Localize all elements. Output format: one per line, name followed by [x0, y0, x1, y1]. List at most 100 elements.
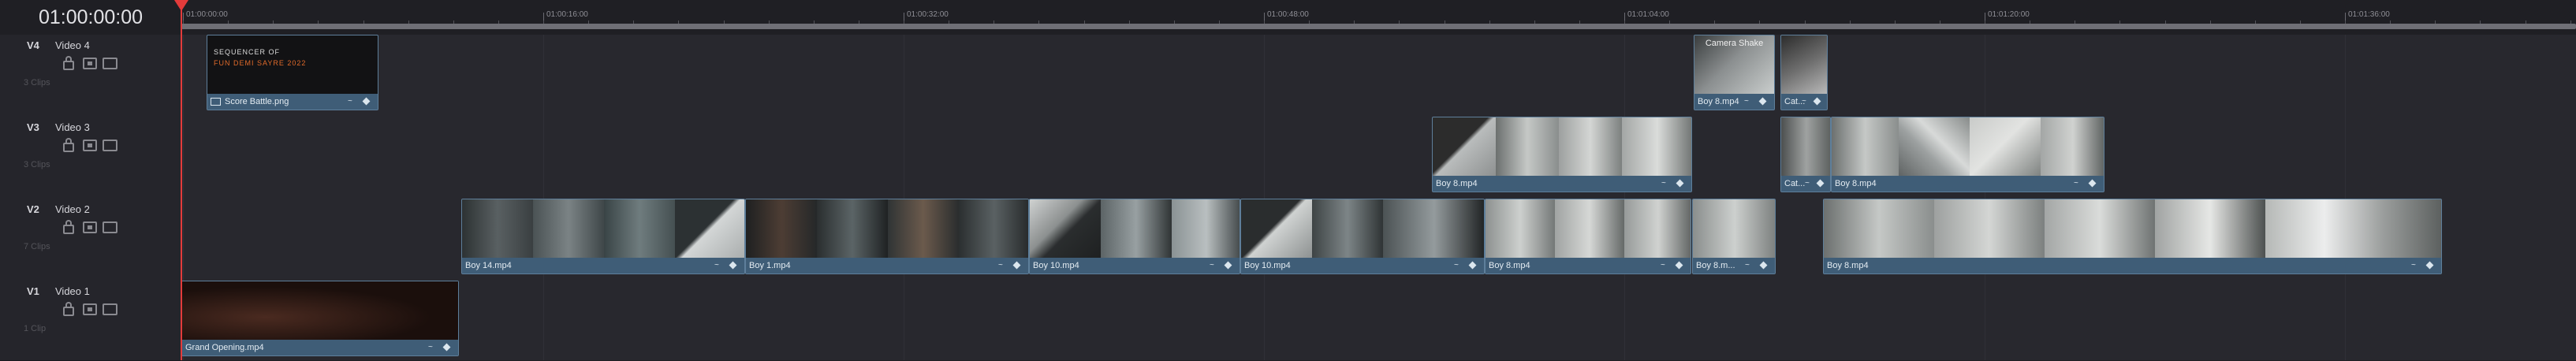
track-lane-v3[interactable] [181, 117, 2576, 199]
clip-footer: Boy 8.mp4 ~ [1832, 176, 2104, 192]
track-header-v1[interactable]: V1 Video 1 1 Clip [0, 281, 182, 361]
clip-frame [1934, 199, 2045, 259]
clip-footer: Boy 8.mp4 ~ [1433, 176, 1691, 192]
clip-frame [462, 199, 534, 259]
track-name[interactable]: Video 1 [55, 285, 90, 297]
timeline-clip[interactable]: Boy 8.mp4 ~ [1485, 199, 1691, 274]
clip-name: Boy 8.mp4 [1827, 261, 1869, 270]
clip-frame [1312, 199, 1384, 259]
timeline-ruler[interactable]: 01:00:00:00 01:00:16:00 01:00:32:00 01:00:4… [181, 0, 2576, 35]
fx-icon: ~ [1210, 261, 1214, 270]
track-lane-v4[interactable] [181, 35, 2576, 117]
clip-frame [533, 199, 605, 259]
clip-frame [1496, 117, 1560, 177]
track-header-v3[interactable]: V3 Video 3 3 Clips [0, 117, 182, 199]
clip-footer: Grand Opening.mp4 ~ [182, 340, 458, 355]
lock-icon[interactable] [63, 220, 74, 234]
clip-badges: ~ [1744, 98, 1771, 106]
keyframe-icon [442, 343, 451, 352]
clip-frame [1624, 199, 1691, 259]
lock-icon[interactable] [63, 302, 74, 316]
timeline-clip[interactable]: Boy 14.mp4 ~ [461, 199, 745, 274]
clip-effect-label: Camera Shake [1705, 39, 1764, 48]
image-icon [211, 98, 221, 106]
title-line-2: FUN DEMI SAYRE 2022 [214, 59, 307, 67]
timeline-clip[interactable]: Grand Opening.mp4 ~ [181, 281, 459, 356]
auto-select-icon[interactable] [83, 58, 97, 69]
keyframe-icon [1816, 179, 1825, 188]
lock-icon[interactable] [63, 138, 74, 152]
track-lane-v1[interactable] [181, 281, 2576, 361]
clip-thumbnail [1241, 199, 1484, 259]
clip-footer: Cat... ~ [1781, 94, 1827, 110]
timeline-gridline [1264, 35, 1265, 360]
fx-icon: ~ [1802, 97, 1806, 106]
timeline-clip[interactable]: SEQUENCER OF FUN DEMI SAYRE 2022 Score B… [207, 35, 378, 110]
fx-icon: ~ [714, 261, 719, 270]
fx-icon: ~ [1661, 179, 1666, 188]
keyframe-icon [1224, 261, 1232, 270]
monitor-icon[interactable] [103, 221, 117, 233]
track-id: V3 [27, 121, 39, 133]
timeline-clip[interactable]: Boy 1.mp4 ~ [745, 199, 1029, 274]
keyframe-icon [1813, 97, 1821, 106]
track-clip-count: 7 Clips [24, 242, 50, 251]
clip-footer: Boy 8.mp4 ~ [1486, 258, 1691, 274]
monitor-icon[interactable] [103, 140, 117, 151]
clip-thumbnail [746, 199, 1028, 259]
clip-thumbnail [182, 281, 458, 341]
playhead-line[interactable] [181, 0, 182, 360]
timeline-gridline [1624, 35, 1625, 360]
clip-name: Boy 1.mp4 [749, 261, 791, 270]
keyframe-icon [2425, 261, 2434, 270]
timeline-clip[interactable]: Boy 8.mp4 ~ [1823, 199, 2442, 274]
clip-thumbnail [1781, 35, 1827, 95]
auto-select-icon[interactable] [83, 140, 97, 151]
fx-icon: ~ [998, 261, 1003, 270]
clip-footer: Boy 8.mp4 ~ [1824, 258, 2441, 274]
timeline-clip[interactable]: Boy 8.m... ~ [1692, 199, 1776, 274]
timeline-clip[interactable]: Boy 10.mp4 ~ [1029, 199, 1240, 274]
clip-thumbnail [1832, 117, 2104, 177]
lock-icon[interactable] [63, 56, 74, 70]
timeline-clip[interactable]: Boy 10.mp4 ~ [1240, 199, 1485, 274]
track-name[interactable]: Video 4 [55, 39, 90, 51]
ruler-label: 01:00:32:00 [907, 10, 949, 19]
clip-badges: ~ [2074, 180, 2101, 188]
clip-name: Boy 10.mp4 [1033, 261, 1079, 270]
title-card-text: SEQUENCER OF FUN DEMI SAYRE 2022 [214, 47, 371, 69]
clip-thumbnail [1030, 199, 1240, 259]
clip-frame [1486, 199, 1556, 259]
monitor-icon[interactable] [103, 303, 117, 315]
clip-frame [2155, 199, 2266, 259]
clip-thumbnail: Camera Shake [1694, 35, 1774, 95]
clip-name: Boy 8.mp4 [1436, 179, 1478, 188]
monitor-icon[interactable] [103, 58, 117, 69]
track-header-v2[interactable]: V2 Video 2 7 Clips [0, 199, 182, 281]
fx-icon: ~ [428, 343, 433, 352]
track-name[interactable]: Video 3 [55, 121, 90, 133]
auto-select-icon[interactable] [83, 303, 97, 315]
clip-frame [1101, 199, 1172, 259]
clip-frame [1241, 199, 1313, 259]
timeline-clip[interactable]: Camera Shake Boy 8.mp4 ~ [1694, 35, 1775, 110]
timeline-clip[interactable]: Cat... ~ [1780, 35, 1828, 110]
clip-frame [2041, 117, 2104, 177]
clip-frame [604, 199, 676, 259]
track-name[interactable]: Video 2 [55, 203, 90, 215]
timecode-display[interactable]: 01:00:00:00 [0, 0, 182, 35]
timeline-clip[interactable]: Cat... ~ [1780, 117, 1831, 192]
timeline-scrollbar[interactable] [181, 24, 2576, 29]
timeline-clip[interactable]: Boy 8.mp4 ~ [1432, 117, 1692, 192]
timeline-clip[interactable]: Boy 8.mp4 ~ [1831, 117, 2104, 192]
clip-name: Boy 14.mp4 [465, 261, 512, 270]
keyframe-icon [1468, 261, 1477, 270]
clip-name: Boy 8.mp4 [1698, 97, 1739, 106]
clip-footer: Cat... ~ [1781, 176, 1830, 192]
clip-frame [1433, 117, 1497, 177]
fx-icon: ~ [1454, 261, 1459, 270]
clip-frame [675, 199, 744, 259]
auto-select-icon[interactable] [83, 221, 97, 233]
clip-thumbnail [1433, 117, 1691, 177]
track-header-v4[interactable]: V4 Video 4 3 Clips [0, 35, 182, 117]
